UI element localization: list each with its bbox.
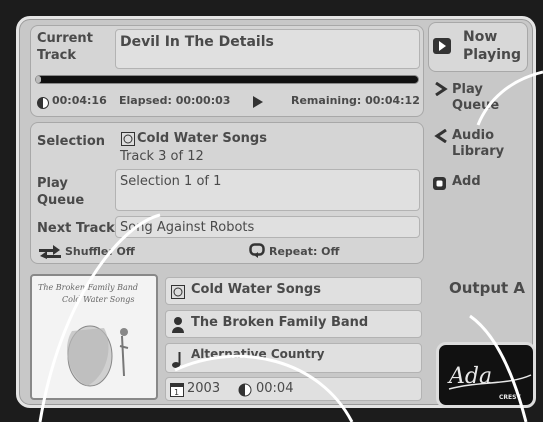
annotation-curves	[38, 70, 543, 422]
